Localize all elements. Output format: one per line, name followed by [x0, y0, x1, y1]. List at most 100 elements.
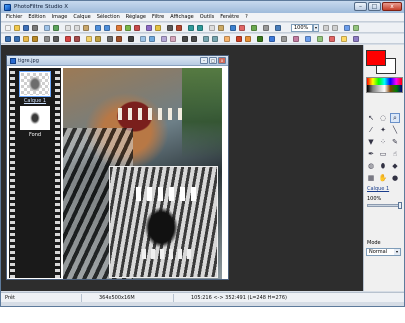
- redo-icon[interactable]: [104, 25, 110, 31]
- blur-icon[interactable]: ◍: [366, 161, 376, 171]
- blur-filter-icon[interactable]: [140, 36, 146, 42]
- menu-image[interactable]: Image: [52, 14, 68, 20]
- effect-icon[interactable]: [155, 25, 161, 31]
- select-arrow-icon[interactable]: ↖: [366, 113, 376, 123]
- texture-icon[interactable]: [170, 36, 176, 42]
- close-button[interactable]: x: [382, 2, 402, 11]
- web-icon[interactable]: [251, 25, 257, 31]
- emboss-icon[interactable]: [161, 36, 167, 42]
- flip-vertical-icon[interactable]: [191, 36, 197, 42]
- image-canvas[interactable]: [63, 68, 222, 279]
- auto-level-icon[interactable]: [5, 36, 11, 42]
- brightness-up-icon[interactable]: [23, 36, 29, 42]
- hand-icon[interactable]: ✋: [378, 173, 388, 183]
- frame-icon[interactable]: [239, 25, 245, 31]
- zoom-in-icon[interactable]: [323, 25, 329, 31]
- shadow-icon[interactable]: [293, 36, 299, 42]
- import-icon[interactable]: [53, 25, 59, 31]
- cut-icon[interactable]: [65, 25, 71, 31]
- sharpen-icon[interactable]: [149, 36, 155, 42]
- gamma-down-icon[interactable]: [95, 36, 101, 42]
- crop-tool-icon[interactable]: [224, 36, 230, 42]
- full-screen-icon[interactable]: [353, 25, 359, 31]
- menu-help[interactable]: ?: [245, 14, 248, 20]
- zoom-icon[interactable]: ⌕: [390, 113, 400, 123]
- save-icon[interactable]: [23, 25, 29, 31]
- red-eye-filter-icon[interactable]: [329, 36, 335, 42]
- layer-item-fond[interactable]: Fond: [19, 106, 51, 138]
- opacity-slider-handle[interactable]: [398, 202, 402, 209]
- pen-icon[interactable]: ✒: [366, 149, 376, 159]
- open-folder-icon[interactable]: [14, 25, 20, 31]
- magic-wand-icon[interactable]: ✦: [378, 125, 388, 135]
- document-minimize-button[interactable]: –: [200, 57, 208, 64]
- copy-icon[interactable]: [74, 25, 80, 31]
- menu-calque[interactable]: Calque: [73, 14, 90, 20]
- document-maximize-button[interactable]: □: [209, 57, 217, 64]
- scan-icon[interactable]: [44, 25, 50, 31]
- smudge-icon[interactable]: ☝: [390, 149, 400, 159]
- rotate-left-icon[interactable]: [203, 36, 209, 42]
- fit-window-icon[interactable]: [344, 25, 350, 31]
- maximize-button[interactable]: □: [368, 2, 381, 11]
- gradient-icon[interactable]: [236, 36, 242, 42]
- color-icon[interactable]: [134, 25, 140, 31]
- color-palette[interactable]: [366, 77, 403, 93]
- grayscale-icon[interactable]: [167, 25, 173, 31]
- saturation-up-icon[interactable]: [65, 36, 71, 42]
- rotate-icon[interactable]: [188, 25, 194, 31]
- document-title-bar[interactable]: tigre.jpg – □ x: [7, 56, 228, 66]
- saturation-down-icon[interactable]: [74, 36, 80, 42]
- fade-icon[interactable]: [245, 36, 251, 42]
- lasso-icon[interactable]: ◌: [378, 113, 388, 123]
- grayscale-layer-image[interactable]: [109, 166, 218, 278]
- foreground-color-swatch[interactable]: [366, 50, 386, 66]
- menu-filtre[interactable]: Filtre: [152, 14, 164, 20]
- active-layer-name[interactable]: Calque 1: [367, 186, 389, 192]
- menu-affichage[interactable]: Affichage: [170, 14, 194, 20]
- brightness-down-icon[interactable]: [32, 36, 38, 42]
- border-icon[interactable]: [317, 36, 323, 42]
- chevron-down-icon[interactable]: ▾: [394, 249, 400, 255]
- invert-icon[interactable]: [128, 36, 134, 42]
- shape-icon[interactable]: ◆: [390, 161, 400, 171]
- document-close-button[interactable]: x: [218, 57, 226, 64]
- filter-icon[interactable]: [116, 25, 122, 31]
- spray-icon[interactable]: ⁘: [378, 137, 388, 147]
- plugin-icon[interactable]: [353, 36, 359, 42]
- settings-icon[interactable]: [263, 25, 269, 31]
- paste-icon[interactable]: [83, 25, 89, 31]
- print-icon[interactable]: [32, 25, 38, 31]
- contrast-up-icon[interactable]: [44, 36, 50, 42]
- adjust-icon[interactable]: [125, 25, 131, 31]
- new-file-icon[interactable]: [5, 25, 11, 31]
- mirror-icon[interactable]: [182, 36, 188, 42]
- pipette-icon[interactable]: ⁄: [366, 125, 376, 135]
- layer-item-calque-1[interactable]: Calque 1: [19, 71, 51, 104]
- light-icon[interactable]: [341, 36, 347, 42]
- red-eye-icon[interactable]: ●: [390, 173, 400, 183]
- document-window[interactable]: tigre.jpg – □ x Calque 1 Fond: [6, 55, 229, 280]
- gamma-up-icon[interactable]: [86, 36, 92, 42]
- pattern-icon[interactable]: ▦: [366, 173, 376, 183]
- text-effect-icon[interactable]: [305, 36, 311, 42]
- outline-icon[interactable]: [281, 36, 287, 42]
- menu-fenetre[interactable]: Fenêtre: [220, 14, 239, 20]
- rotate-right-icon[interactable]: [212, 36, 218, 42]
- menu-edition[interactable]: Edition: [28, 14, 45, 20]
- crop-icon[interactable]: [218, 25, 224, 31]
- undo-icon[interactable]: [95, 25, 101, 31]
- auto-contrast-icon[interactable]: [14, 36, 20, 42]
- sepia-filter-icon[interactable]: [116, 36, 122, 42]
- help-icon[interactable]: [275, 25, 281, 31]
- line-icon[interactable]: ╲: [390, 125, 400, 135]
- mask-icon[interactable]: [146, 25, 152, 31]
- brush-icon[interactable]: ✎: [390, 137, 400, 147]
- blend-mode-select[interactable]: Normal ▾: [366, 248, 401, 256]
- menu-reglage[interactable]: Réglage: [126, 14, 146, 20]
- stamp-icon[interactable]: ⬮: [378, 161, 388, 171]
- layer-thumbnail[interactable]: [20, 106, 50, 130]
- opacity-slider[interactable]: [367, 202, 402, 209]
- resize-icon[interactable]: [209, 25, 215, 31]
- transparency-icon[interactable]: [257, 36, 263, 42]
